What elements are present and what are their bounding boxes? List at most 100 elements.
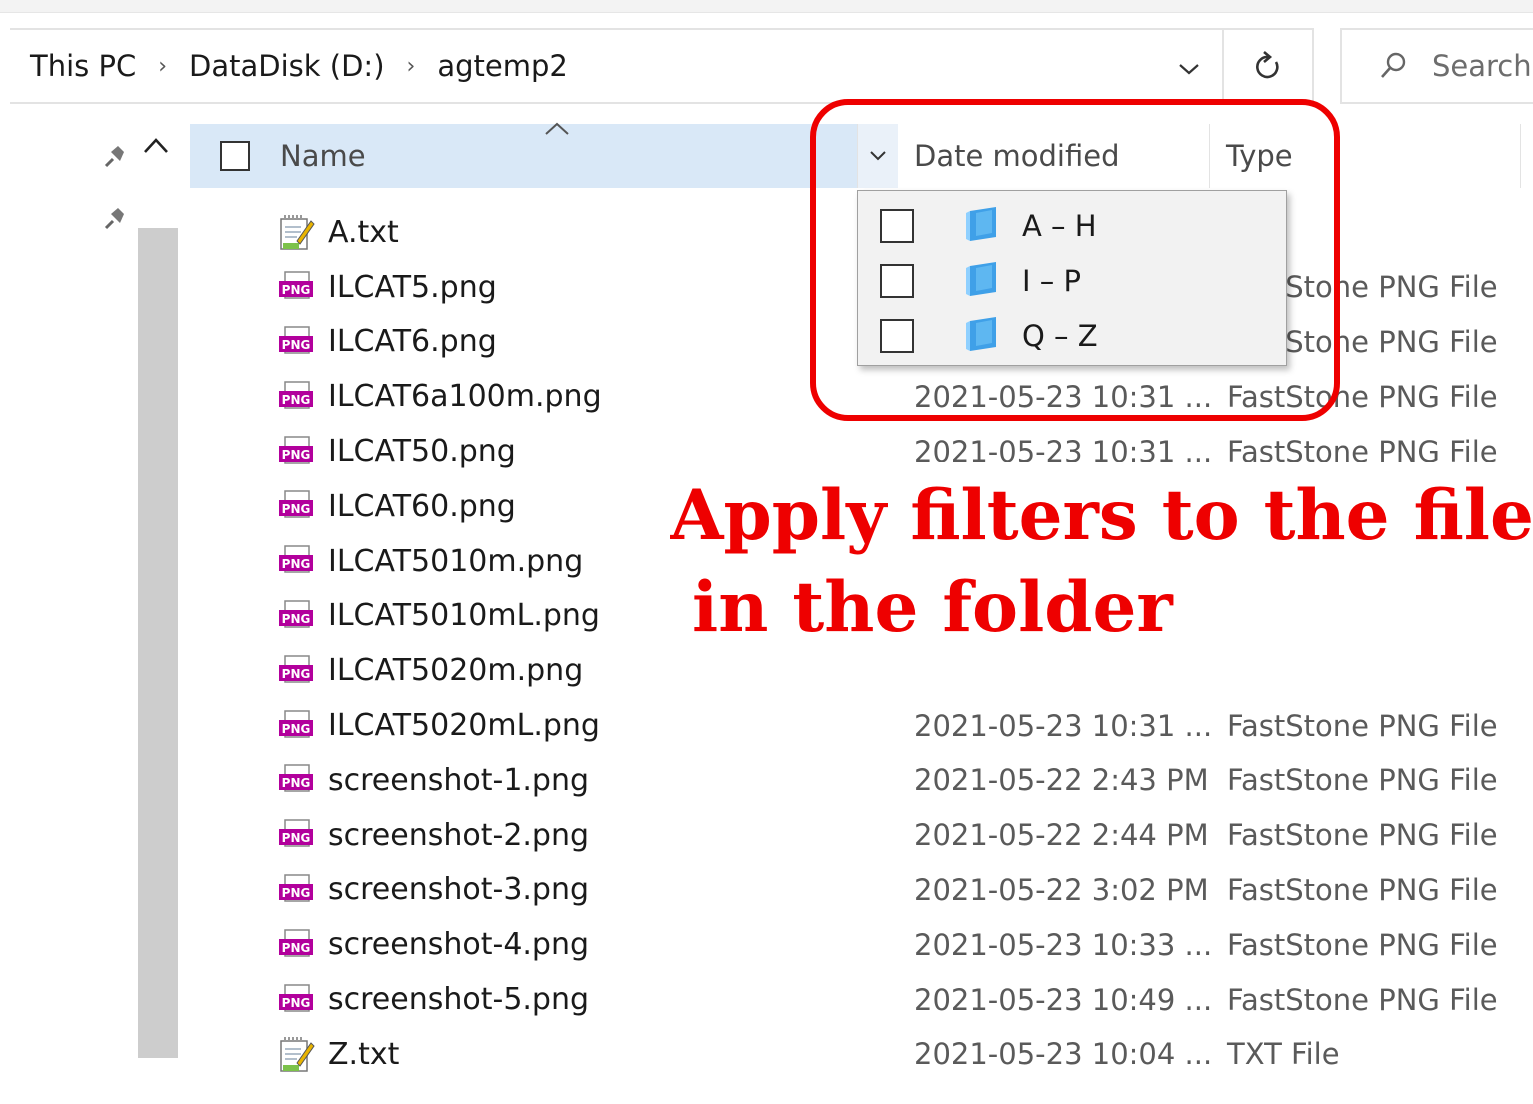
caption-line-2: in the folder [692, 567, 1173, 648]
file-name: ILCAT6.png [328, 324, 497, 360]
filter-dropdown-menu: A – H I – P Q – Z [857, 190, 1287, 366]
file-type: FastStone PNG File [1227, 872, 1498, 907]
png-file-icon: PNG [276, 651, 316, 691]
filter-option[interactable]: Q – Z [858, 308, 1286, 363]
file-row[interactable]: PNG screenshot-5.png 2021-05-23 10:49 ... F… [270, 972, 1533, 1027]
file-type: FastStone PNG File [1227, 379, 1498, 414]
refresh-button[interactable] [1222, 28, 1314, 104]
svg-text:PNG: PNG [282, 722, 311, 736]
address-bar[interactable]: This PC › DataDisk (D:) › agtemp2 [10, 28, 1222, 104]
file-type: FastStone PNG File [1227, 708, 1498, 743]
ribbon-edge [0, 0, 1533, 13]
svg-text:PNG: PNG [282, 996, 311, 1010]
filter-option-label: Q – Z [1022, 318, 1098, 353]
breadcrumb-this-pc[interactable]: This PC [30, 49, 136, 83]
filter-checkbox[interactable] [880, 318, 914, 353]
group-stack-icon [962, 260, 1002, 302]
chevron-down-icon [870, 151, 886, 161]
svg-text:PNG: PNG [282, 338, 311, 352]
refresh-icon [1256, 51, 1279, 79]
breadcrumb-separator[interactable]: › [407, 54, 416, 79]
file-row[interactable]: PNG screenshot-2.png 2021-05-22 2:44 PM Fas… [270, 808, 1533, 863]
caption-line-1: Apply filters to the files [670, 475, 1533, 556]
file-date-modified: 2021-05-23 10:33 ... [914, 927, 1213, 962]
file-row[interactable]: Z.txt 2021-05-23 10:04 ... TXT File [270, 1027, 1533, 1082]
search-input[interactable]: Search [1340, 28, 1533, 104]
text-file-icon [276, 212, 316, 252]
column-header-date-modified[interactable]: Date modified [857, 124, 1210, 188]
select-all-checkbox[interactable] [220, 141, 250, 171]
search-placeholder: Search [1432, 49, 1532, 83]
scroll-up-icon[interactable] [141, 132, 171, 160]
column-filter-button[interactable] [858, 124, 898, 188]
svg-text:PNG: PNG [282, 393, 311, 407]
column-header-type[interactable]: Type [1209, 124, 1520, 188]
svg-text:PNG: PNG [282, 448, 311, 462]
file-row[interactable]: PNG screenshot-4.png 2021-05-23 10:33 ... F… [270, 917, 1533, 972]
annotation-caption: Apply filters to the files in the folder [670, 470, 1533, 654]
navigation-scrollbar[interactable] [138, 228, 178, 1058]
file-date-modified: 2021-05-22 2:43 PM [914, 763, 1209, 798]
file-date-modified: 2021-05-23 10:49 ... [914, 982, 1213, 1017]
sort-ascending-icon [545, 122, 569, 135]
address-history-button[interactable] [1172, 52, 1206, 86]
group-stack-icon [962, 205, 1002, 247]
file-type: FastStone PNG File [1227, 763, 1498, 798]
png-file-icon: PNG [276, 815, 316, 855]
svg-text:PNG: PNG [282, 776, 311, 790]
search-icon [1381, 52, 1406, 78]
filter-option[interactable]: A – H [858, 198, 1286, 253]
filter-checkbox[interactable] [880, 208, 914, 243]
svg-text:PNG: PNG [282, 831, 311, 845]
file-name: Z.txt [328, 1036, 400, 1072]
png-file-icon: PNG [276, 322, 316, 362]
text-file-icon [276, 1034, 316, 1074]
svg-text:PNG: PNG [282, 886, 311, 900]
png-file-icon: PNG [276, 377, 316, 417]
file-name: ILCAT5.png [328, 269, 497, 305]
file-row[interactable]: PNG screenshot-1.png 2021-05-22 2:43 PM Fas… [270, 753, 1533, 808]
file-name: screenshot-2.png [328, 817, 590, 853]
column-header-name[interactable]: Name [190, 122, 857, 188]
file-name: ILCAT6a100m.png [328, 379, 602, 415]
filter-option-label: I – P [1022, 263, 1081, 298]
file-name: screenshot-3.png [328, 872, 590, 908]
file-row[interactable]: PNG ILCAT6a100m.png 2021-05-23 10:31 ... Fa… [270, 369, 1533, 424]
file-type: FastStone PNG File [1227, 818, 1498, 853]
svg-text:PNG: PNG [282, 557, 311, 571]
column-label-date-modified: Date modified [914, 139, 1120, 173]
filter-option-label: A – H [1022, 208, 1097, 243]
column-label-name: Name [280, 139, 366, 173]
png-file-icon: PNG [276, 541, 316, 581]
png-file-icon: PNG [276, 925, 316, 965]
breadcrumb-agtemp2[interactable]: agtemp2 [437, 49, 568, 83]
file-name: A.txt [328, 214, 399, 250]
svg-text:PNG: PNG [282, 502, 311, 516]
file-name: screenshot-4.png [328, 927, 590, 963]
file-name: ILCAT60.png [328, 488, 516, 524]
svg-text:PNG: PNG [282, 667, 311, 681]
png-file-icon: PNG [276, 596, 316, 636]
file-date-modified: 2021-05-23 10:31 ... [914, 379, 1213, 414]
column-divider[interactable] [1520, 124, 1521, 188]
column-header-row: Name Date modified Type [190, 122, 1533, 188]
file-row[interactable]: PNG screenshot-3.png 2021-05-22 3:02 PM Fas… [270, 863, 1533, 918]
png-file-icon: PNG [276, 706, 316, 746]
breadcrumb-separator[interactable]: › [158, 54, 167, 79]
pin-icon[interactable] [98, 140, 132, 174]
pin-icon[interactable] [98, 202, 132, 236]
file-name: screenshot-1.png [328, 762, 590, 798]
filter-checkbox[interactable] [880, 263, 914, 298]
file-explorer-window: This PC › DataDisk (D:) › agtemp2 Search [0, 0, 1533, 1104]
file-date-modified: 2021-05-22 2:44 PM [914, 818, 1209, 853]
file-name: ILCAT5020m.png [328, 653, 584, 689]
file-name: ILCAT50.png [328, 434, 516, 470]
file-name: ILCAT5010mL.png [328, 598, 600, 634]
png-file-icon: PNG [276, 870, 316, 910]
file-row[interactable]: PNG ILCAT5020mL.png 2021-05-23 10:31 ... Fa… [270, 698, 1533, 753]
filter-option[interactable]: I – P [858, 253, 1286, 308]
breadcrumb-datadisk[interactable]: DataDisk (D:) [189, 49, 384, 83]
png-file-icon: PNG [276, 486, 316, 526]
file-name: ILCAT5020mL.png [328, 708, 600, 744]
svg-text:PNG: PNG [282, 941, 311, 955]
